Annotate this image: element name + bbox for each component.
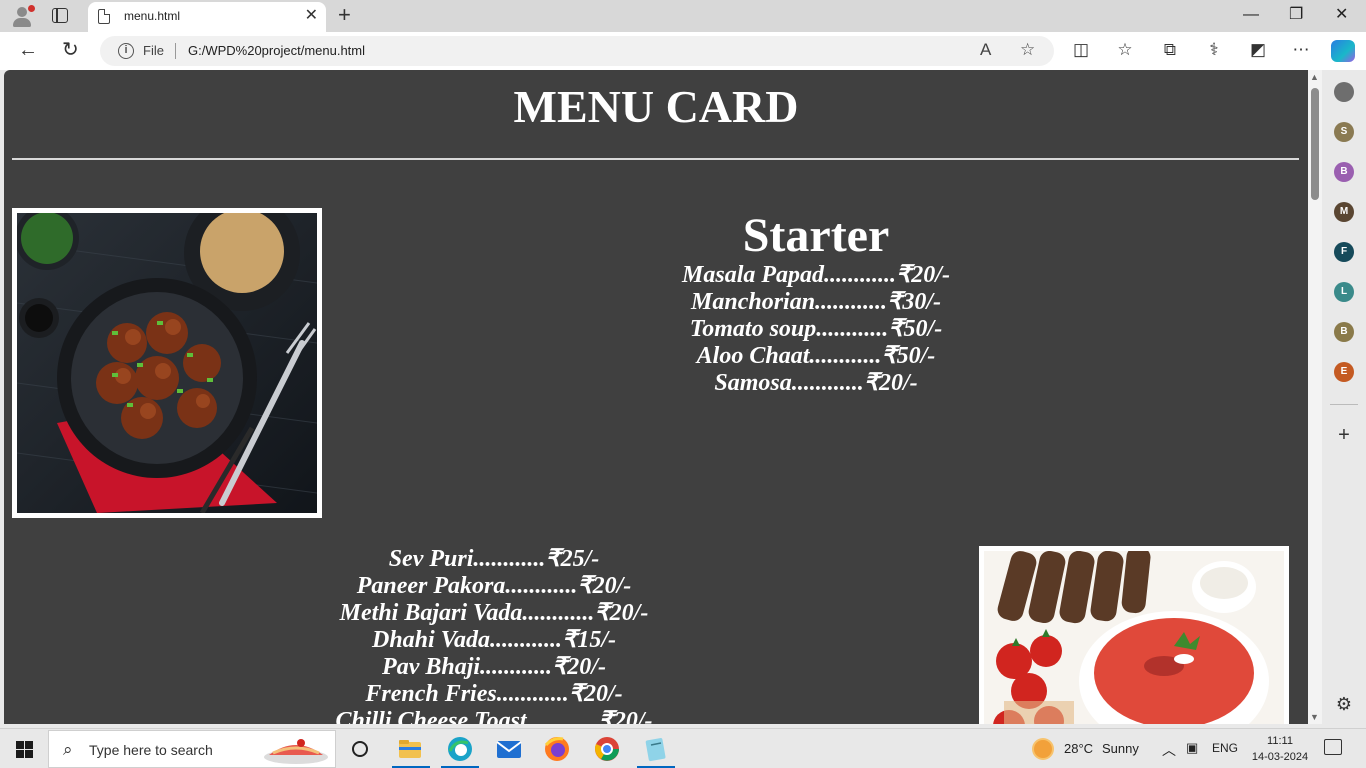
sidebar-app-icon[interactable]: B	[1334, 162, 1354, 182]
menu-item: Manchorian............₹30/-	[691, 289, 941, 315]
close-tab-icon[interactable]: ✕	[305, 7, 318, 25]
windows-start-icon[interactable]	[16, 741, 33, 758]
browser-essentials-icon[interactable]: ⚕	[1204, 40, 1224, 60]
sidebar-app-icon[interactable]: S	[1334, 122, 1354, 142]
manchurian-image	[12, 208, 322, 518]
tomato-soup-image	[979, 546, 1289, 724]
new-tab-button[interactable]: +	[338, 3, 351, 27]
more-options-icon[interactable]: ⋯	[1291, 40, 1311, 60]
system-clock[interactable]: 11:11 14-03-2024	[1250, 733, 1310, 765]
weather-condition[interactable]: Sunny	[1102, 741, 1139, 756]
network-icon[interactable]: ▣	[1186, 740, 1198, 756]
scroll-up-icon[interactable]: ▲	[1310, 72, 1319, 82]
file-label: File	[143, 43, 164, 58]
taskbar-search-box[interactable]: ⌕ Type here to search	[48, 730, 336, 768]
navigation-bar: ← ↻ i File G:/WPD%20project/menu.html A …	[0, 32, 1366, 70]
add-favorite-icon[interactable]: ☆	[1020, 40, 1035, 60]
menu-item: Masala Papad............₹20/-	[682, 262, 950, 288]
page-icon	[98, 9, 110, 24]
search-highlight-icon	[264, 739, 328, 764]
url-divider	[175, 43, 176, 59]
snacks-menu-list: Sev Puri............₹25/- Paneer Pakora.…	[294, 546, 694, 724]
notification-icon[interactable]	[1324, 739, 1342, 755]
vertical-scrollbar[interactable]: ▲ ▼	[1308, 70, 1322, 724]
edge-sidebar: S B M F L B E + ⚙	[1322, 70, 1366, 724]
menu-item: Samosa............₹20/-	[714, 370, 918, 396]
windows-taskbar: ⌕ Type here to search 28°C Sunny ︿ ▣ ENG…	[0, 728, 1366, 768]
refresh-button[interactable]: ↻	[62, 38, 79, 62]
back-button[interactable]: ←	[18, 38, 38, 62]
scrollbar-thumb[interactable]	[1311, 88, 1319, 200]
read-aloud-icon[interactable]: A	[980, 40, 991, 60]
scroll-down-icon[interactable]: ▼	[1310, 712, 1319, 722]
menu-item: Aloo Chaat............₹50/-	[696, 343, 936, 369]
edge-icon[interactable]	[446, 735, 474, 763]
tab-actions-icon[interactable]	[52, 8, 68, 23]
collections-icon[interactable]: ⧉	[1160, 40, 1180, 60]
menu-item: French Fries............₹20/-	[365, 681, 623, 707]
sidebar-settings-icon[interactable]: ⚙	[1334, 694, 1354, 715]
menu-item: Tomato soup............₹50/-	[689, 316, 943, 342]
info-icon[interactable]: i	[118, 43, 134, 59]
add-sidebar-app-icon[interactable]: +	[1334, 424, 1354, 447]
close-window-button[interactable]: ✕	[1335, 6, 1348, 24]
page-content: MENU CARD Starter Masala Papad..........…	[4, 70, 1308, 724]
search-icon: ⌕	[63, 740, 73, 759]
edge-bar-icon[interactable]: ◩	[1248, 40, 1268, 60]
favorites-icon[interactable]: ☆	[1115, 40, 1135, 60]
menu-item: Methi Bajari Vada............₹20/-	[339, 600, 649, 626]
address-bar[interactable]: i File G:/WPD%20project/menu.html A ☆	[100, 36, 1054, 66]
menu-item: Dhahi Vada............₹15/-	[372, 627, 616, 653]
tab-menu-html[interactable]: menu.html ✕	[88, 2, 326, 32]
mail-icon[interactable]	[495, 735, 523, 763]
browser-title-bar: menu.html ✕ + — ❐ ✕	[0, 0, 1366, 32]
menu-item: Pav Bhaji............₹20/-	[382, 654, 606, 680]
split-screen-icon[interactable]: ◫	[1071, 40, 1091, 60]
section-title-starter: Starter	[742, 209, 890, 262]
starter-menu-list: Masala Papad............₹20/- Manchorian…	[616, 262, 1016, 397]
sidebar-app-icon[interactable]: M	[1334, 202, 1354, 222]
sidebar-app-icon[interactable]: E	[1334, 362, 1354, 382]
url-text[interactable]: G:/WPD%20project/menu.html	[188, 43, 365, 58]
tab-title: menu.html	[124, 9, 181, 23]
restore-button[interactable]: ❐	[1289, 6, 1303, 24]
firefox-icon[interactable]	[543, 735, 571, 763]
sidebar-app-icon[interactable]: B	[1334, 322, 1354, 342]
menu-item: Paneer Pakora............₹20/-	[356, 573, 632, 599]
weather-temperature[interactable]: 28°C	[1064, 741, 1093, 756]
weather-sun-icon[interactable]	[1034, 740, 1052, 758]
sidebar-app-icon[interactable]: F	[1334, 242, 1354, 262]
copilot-icon[interactable]	[1331, 40, 1355, 62]
horizontal-rule	[12, 158, 1299, 160]
minimize-button[interactable]: —	[1243, 6, 1259, 24]
chevron-up-icon[interactable]: ︿	[1162, 740, 1176, 760]
menu-item: Chilli Cheese Toast............₹20/-	[335, 708, 653, 724]
file-explorer-icon[interactable]	[396, 735, 424, 763]
sidebar-divider	[1330, 404, 1358, 405]
menu-item: Sev Puri............₹25/-	[388, 546, 600, 572]
sidebar-app-icon[interactable]	[1334, 82, 1354, 102]
chrome-icon[interactable]	[593, 735, 621, 763]
clock-time: 11:11	[1267, 735, 1293, 747]
sidebar-app-icon[interactable]: L	[1334, 282, 1354, 302]
notepad-icon[interactable]	[642, 735, 670, 763]
profile-icon[interactable]	[10, 4, 35, 28]
search-placeholder: Type here to search	[89, 742, 213, 758]
page-title: MENU CARD	[513, 81, 799, 132]
task-view-icon[interactable]	[346, 735, 374, 763]
clock-date: 14-03-2024	[1251, 751, 1309, 763]
language-indicator[interactable]: ENG	[1212, 741, 1238, 755]
